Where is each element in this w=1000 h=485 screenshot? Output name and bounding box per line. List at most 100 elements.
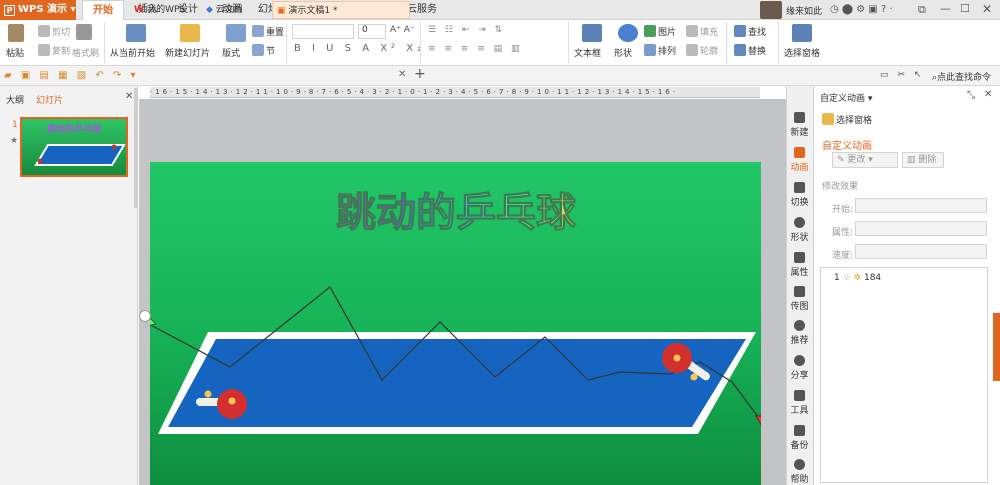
section-button[interactable]: 节 bbox=[252, 44, 275, 57]
ball-left[interactable] bbox=[204, 390, 212, 398]
format-painter-button[interactable]: 格式刷 bbox=[72, 46, 99, 59]
brush-icon bbox=[76, 24, 92, 40]
window-tools[interactable]: ◷ ⬤ ⚙ ▣ ? · bbox=[830, 4, 893, 15]
slide[interactable]: 跳动的乒乓球 bbox=[150, 162, 761, 485]
tab-slides[interactable]: 幻灯片 bbox=[36, 93, 63, 106]
tab-outline[interactable]: 大纲 bbox=[6, 93, 24, 106]
slide-number: 1 bbox=[12, 120, 18, 130]
pane-scrollbar[interactable] bbox=[993, 313, 1000, 381]
shapes-button[interactable]: 形状 bbox=[614, 46, 632, 59]
sidebar-item-upload[interactable]: 传图 bbox=[786, 286, 813, 312]
start-select[interactable] bbox=[855, 198, 987, 213]
list-buttons[interactable]: ☰ ☷ ⇤ ⇥ ⇅ bbox=[428, 25, 505, 35]
align-buttons[interactable]: ≡ ≡ ≡ ≡ ▤ ▥ bbox=[428, 44, 522, 54]
ball-right[interactable] bbox=[690, 373, 698, 381]
fill-button[interactable]: 填充 bbox=[686, 25, 718, 38]
tab-home[interactable]: 开始 bbox=[82, 0, 124, 20]
font-grow-shrink[interactable]: A⁺ A⁻ bbox=[390, 25, 415, 35]
divider bbox=[286, 22, 287, 64]
doc-tab-cloud[interactable]: ◆ 云文档 bbox=[202, 1, 268, 19]
text-box-button[interactable]: 文本框 bbox=[574, 46, 601, 59]
reset-button[interactable]: 重置 bbox=[252, 25, 284, 38]
selection-pane-icon bbox=[822, 113, 834, 125]
sidebar-item-new[interactable]: 新建 bbox=[786, 112, 813, 138]
sidebar-item-help[interactable]: 帮助 bbox=[786, 459, 813, 485]
close-panel-icon[interactable]: ✕ bbox=[125, 91, 133, 102]
new-tab-icon[interactable]: + bbox=[414, 66, 426, 82]
sidebar-item-transition[interactable]: 切换 bbox=[786, 182, 813, 208]
arrange-button[interactable]: 排列 bbox=[644, 44, 676, 57]
backup-icon bbox=[794, 425, 805, 436]
path-end-marker bbox=[755, 415, 761, 426]
upload-picture-icon bbox=[794, 286, 805, 297]
layout-button[interactable]: 版式 bbox=[222, 46, 240, 59]
find-button[interactable]: 查找 bbox=[734, 25, 766, 38]
divider bbox=[568, 22, 569, 64]
search-command[interactable]: ⌕点此查找命令 bbox=[932, 70, 991, 83]
arrange-icon bbox=[644, 44, 656, 56]
picture-button[interactable]: 图片 bbox=[644, 25, 676, 38]
font-name-select[interactable] bbox=[292, 24, 354, 39]
sidebar-item-animation[interactable]: 动画 bbox=[786, 147, 813, 173]
sidebar-item-recommend[interactable]: 推荐 bbox=[786, 320, 813, 346]
new-slide-icon bbox=[180, 24, 200, 42]
speed-select[interactable] bbox=[855, 244, 987, 259]
outline-button[interactable]: 轮廓 bbox=[686, 44, 718, 57]
font-style-buttons[interactable]: B I U S A X² X₂ bbox=[294, 43, 425, 54]
sidebar-item-backup[interactable]: 备份 bbox=[786, 425, 813, 451]
quick-access-bar bbox=[0, 66, 1000, 86]
cut-button[interactable]: 剪切 bbox=[38, 25, 70, 38]
maximize-icon[interactable]: ☐ bbox=[960, 2, 970, 15]
sidebar-item-tools[interactable]: 工具 bbox=[786, 390, 813, 416]
pin-icon[interactable]: ⤡ bbox=[967, 90, 975, 101]
close-pane-icon[interactable]: ✕ bbox=[984, 89, 992, 100]
play-slide-icon bbox=[126, 24, 146, 42]
divider bbox=[778, 22, 779, 64]
restore-icon[interactable]: ⧉ bbox=[918, 3, 926, 17]
paste-icon bbox=[8, 24, 24, 42]
new-icon bbox=[794, 112, 805, 123]
avatar[interactable] bbox=[760, 1, 782, 19]
close-tab-icon[interactable]: ✕ bbox=[398, 69, 406, 80]
right-tools[interactable]: ▭ ✂ ↖ bbox=[880, 70, 924, 80]
animation-list-item[interactable]: 1 ♧ ✲ 184 bbox=[834, 273, 881, 283]
property-select[interactable] bbox=[855, 221, 987, 236]
doc-tab-active[interactable]: ▣ 演示文稿1 * bbox=[272, 1, 410, 19]
sidebar-item-share[interactable]: 分享 bbox=[786, 355, 813, 381]
layout-icon bbox=[226, 24, 246, 42]
wps-logo-icon: P bbox=[4, 5, 15, 16]
quick-access-icons[interactable]: ▰ ▣ ▤ ▦ ▧ ↶ ↷ ▾ bbox=[4, 70, 139, 81]
mouse-click-icon: ♧ bbox=[842, 273, 851, 283]
scissors-icon bbox=[38, 25, 50, 37]
shape-icon bbox=[794, 217, 805, 228]
panel-scrollbar[interactable] bbox=[134, 88, 138, 208]
delete-button[interactable]: ▥ 删除 bbox=[902, 152, 944, 168]
minimize-icon[interactable]: — bbox=[940, 2, 951, 15]
selection-handle[interactable] bbox=[139, 310, 151, 322]
paste-button[interactable]: 粘贴 bbox=[6, 46, 24, 59]
change-button[interactable]: ✎ 更改 ▾ bbox=[832, 152, 898, 168]
font-size-select[interactable]: 0 bbox=[358, 24, 386, 39]
ruler: ·16·15·14·13·12·11·10·9·8·7·6·5·4·3·2·1·… bbox=[150, 87, 760, 98]
reset-icon bbox=[252, 25, 264, 37]
slide-title[interactable]: 跳动的乒乓球 bbox=[336, 190, 578, 237]
username[interactable]: 缘来如此 bbox=[786, 4, 822, 17]
sidebar-item-property[interactable]: 属性 bbox=[786, 252, 813, 278]
new-slide-button[interactable]: 新建幻灯片 bbox=[165, 46, 210, 59]
replace-button[interactable]: 替换 bbox=[734, 44, 766, 57]
sidebar-item-shape[interactable]: 形状 bbox=[786, 217, 813, 243]
selection-pane-button[interactable]: 选择窗格 bbox=[784, 46, 820, 59]
shapes-icon bbox=[618, 24, 638, 42]
slide-thumbnail[interactable]: 跳动的乒乓球 bbox=[20, 117, 128, 177]
toolbox-icon bbox=[794, 390, 805, 401]
from-current-button[interactable]: 从当前开始 bbox=[110, 46, 155, 59]
select-pane-link[interactable]: 选择窗格 bbox=[822, 113, 872, 126]
copy-icon bbox=[38, 44, 50, 56]
close-icon[interactable]: ✕ bbox=[982, 2, 992, 16]
copy-button[interactable]: 复制 bbox=[38, 44, 70, 57]
app-menu-button[interactable]: P WPS 演示 ▾ bbox=[0, 0, 76, 20]
help-icon bbox=[794, 459, 805, 470]
doc-tab-my-wps[interactable]: W 我的WPS bbox=[130, 1, 196, 19]
task-pane-title[interactable]: 自定义动画 ▾ bbox=[820, 91, 872, 104]
trash-icon: ▥ bbox=[907, 155, 919, 165]
